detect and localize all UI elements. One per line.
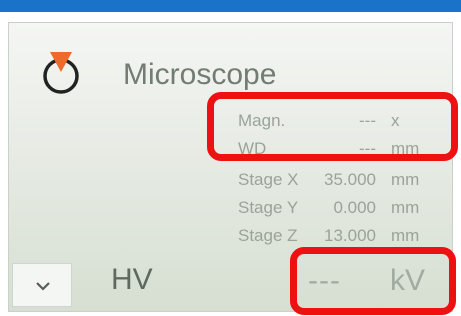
stage-y-unit: mm [391, 198, 420, 217]
stage-x-value: 35.000 [324, 170, 376, 189]
stage-x-label: Stage X [238, 170, 299, 189]
stage-z-label: Stage Z [238, 226, 298, 245]
highlight-magn-wd [207, 92, 458, 161]
top-accent-bar [0, 0, 461, 12]
stage-z-row: Stage Z 13.000 mm [238, 226, 422, 248]
stage-y-label: Stage Y [238, 198, 299, 217]
stage-z-unit: mm [391, 226, 420, 245]
hv-label: HV [111, 263, 153, 296]
power-icon[interactable] [39, 52, 83, 96]
stage-x-row: Stage X 35.000 mm [238, 170, 422, 192]
expand-dropdown-button[interactable] [12, 263, 72, 307]
stage-y-value: 0.000 [333, 198, 376, 217]
panel-title: Microscope [123, 58, 277, 91]
stage-x-unit: mm [391, 170, 420, 189]
highlight-hv-value [290, 247, 456, 315]
stage-y-row: Stage Y 0.000 mm [238, 198, 422, 220]
chevron-down-icon [36, 282, 50, 291]
stage-z-value: 13.000 [324, 226, 376, 245]
